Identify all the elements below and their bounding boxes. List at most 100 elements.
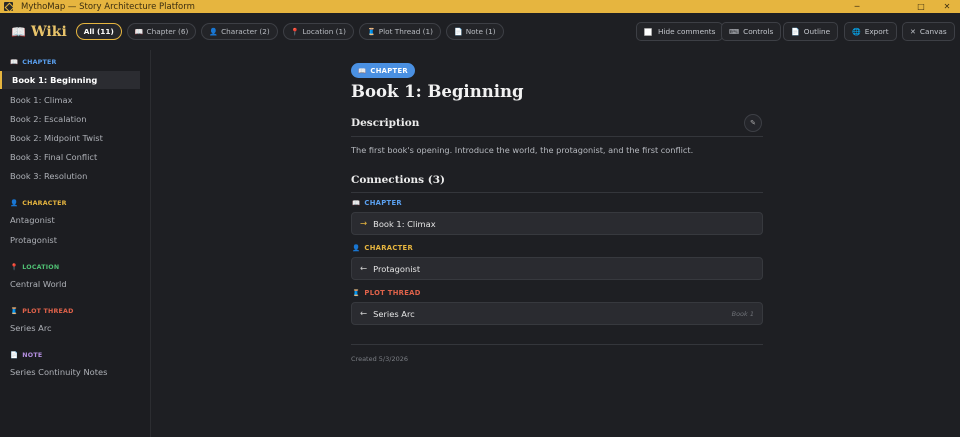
section-label: CHAPTER (22, 58, 57, 66)
filter-all-label: All (11) (83, 27, 114, 36)
hide-comments-checkbox[interactable] (644, 27, 652, 36)
outline-button[interactable]: 📄 Outline (783, 22, 839, 41)
page-title: Book 1: Beginning (351, 82, 524, 101)
minimize-button[interactable]: ─ (842, 0, 872, 13)
sidebar-item-book-1-climax[interactable]: Book 1: Climax (0, 91, 140, 109)
connection-target: Protagonist (373, 263, 421, 274)
connection-type-plot-thread: 🧵 PLOT THREAD (352, 289, 421, 297)
type-badge: 📖 CHAPTER (351, 63, 415, 78)
connection-target: Series Arc (373, 308, 415, 319)
person-icon: 👤 (10, 199, 19, 207)
toolbar: 📖 Wiki All (11) 📖 Chapter (6) 👤 Characte… (0, 13, 960, 50)
main-panel: 📖 CHAPTER Book 1: Beginning Description … (151, 50, 960, 437)
window-titlebar: MythoMap — Story Architecture Platform (0, 0, 960, 13)
canvas-button[interactable]: ✕ Canvas (902, 22, 955, 41)
sidebar-item-series-continuity-notes[interactable]: Series Continuity Notes (0, 363, 140, 381)
note-icon: 📄 (10, 351, 19, 359)
close-window-button[interactable]: ✕ (932, 0, 960, 13)
filter-character[interactable]: 👤 Character (2) (201, 23, 278, 40)
outline-label: Outline (803, 27, 831, 36)
sidebar-section-note: 📄 NOTE (10, 351, 42, 359)
app-icon (4, 2, 13, 11)
export-label: Export (864, 27, 889, 36)
connection-type-label: PLOT THREAD (364, 289, 421, 297)
document-icon: 📄 (791, 27, 800, 36)
sidebar-section-character: 👤 CHARACTER (10, 199, 67, 207)
wiki-title: 📖 Wiki (11, 24, 67, 40)
pin-icon: 📍 (10, 263, 19, 271)
connections-heading: Connections (3) (351, 174, 445, 186)
filter-character-label: Character (2) (221, 27, 270, 36)
sidebar-item-book-2-escalation[interactable]: Book 2: Escalation (0, 110, 140, 128)
filter-location-label: Location (1) (302, 27, 347, 36)
pin-icon: 📍 (290, 27, 300, 36)
sidebar-item-central-world[interactable]: Central World (0, 275, 140, 293)
connection-item[interactable]: ← Protagonist (351, 257, 763, 280)
filter-plot-thread[interactable]: 🧵 Plot Thread (1) (359, 23, 441, 40)
divider (351, 344, 763, 345)
created-date: Created 5/3/2026 (351, 355, 408, 363)
type-badge-label: CHAPTER (370, 66, 408, 75)
section-label: NOTE (22, 351, 43, 359)
connection-type-label: CHAPTER (364, 199, 402, 207)
thread-icon: 🧵 (10, 307, 19, 315)
filter-location[interactable]: 📍 Location (1) (282, 23, 355, 40)
connection-type-character: 👤 CHARACTER (352, 244, 413, 252)
canvas-label: Canvas (919, 27, 947, 36)
sidebar-section-plot-thread: 🧵 PLOT THREAD (10, 307, 74, 315)
description-text: The first book's opening. Introduce the … (351, 145, 694, 155)
book-icon: 📖 (358, 66, 367, 75)
section-label: LOCATION (22, 263, 60, 271)
connection-target: Book 1: Climax (373, 218, 436, 229)
sidebar-item-book-3-final-conflict[interactable]: Book 3: Final Conflict (0, 148, 140, 166)
description-heading: Description (351, 117, 420, 129)
connection-type-chapter: 📖 CHAPTER (352, 199, 402, 207)
book-icon: 📖 (352, 199, 361, 207)
hide-comments-toggle[interactable]: Hide comments (636, 22, 724, 41)
filter-all[interactable]: All (11) (75, 23, 122, 40)
arrow-left-icon: ← (360, 263, 368, 274)
connection-meta: Book 1 (731, 309, 754, 318)
controls-label: Controls (743, 27, 774, 36)
sidebar: 📖 CHAPTER Book 1: Beginning Book 1: Clim… (0, 50, 151, 437)
filter-note[interactable]: 📄 Note (1) (445, 23, 504, 40)
filter-chapter[interactable]: 📖 Chapter (6) (126, 23, 197, 40)
sidebar-item-antagonist[interactable]: Antagonist (0, 211, 140, 229)
export-button[interactable]: 🌐 Export (844, 22, 897, 41)
connection-item[interactable]: → Book 1: Climax (351, 212, 763, 235)
person-icon: 👤 (352, 244, 361, 252)
sidebar-section-location: 📍 LOCATION (10, 263, 59, 271)
hide-comments-label: Hide comments (658, 27, 716, 36)
thread-icon: 🧵 (367, 27, 376, 36)
sidebar-item-series-arc[interactable]: Series Arc (0, 319, 140, 337)
thread-icon: 🧵 (352, 289, 361, 297)
window-title: MythoMap — Story Architecture Platform (21, 1, 195, 12)
controls-button[interactable]: ⌨ Controls (721, 22, 782, 41)
book-icon: 📖 (10, 58, 19, 66)
person-icon: 👤 (209, 27, 219, 36)
note-icon: 📄 (453, 27, 463, 36)
section-label: CHARACTER (22, 199, 67, 207)
divider (351, 136, 763, 137)
connection-item[interactable]: ← Series Arc Book 1 (351, 302, 763, 325)
filter-chapter-label: Chapter (6) (146, 27, 189, 36)
close-icon: ✕ (910, 27, 916, 36)
divider (351, 192, 763, 193)
edit-pencil-icon[interactable]: ✎ (744, 114, 762, 132)
sidebar-item-book-3-resolution[interactable]: Book 3: Resolution (0, 167, 140, 185)
book-icon: 📖 (134, 27, 144, 36)
section-label: PLOT THREAD (22, 307, 74, 315)
filter-plot-thread-label: Plot Thread (1) (378, 27, 433, 36)
wiki-title-text: Wiki (30, 23, 67, 40)
sidebar-item-protagonist[interactable]: Protagonist (0, 231, 140, 249)
arrow-left-icon: ← (360, 308, 368, 319)
sidebar-item-book-1-beginning[interactable]: Book 1: Beginning (0, 71, 140, 89)
filter-note-label: Note (1) (465, 27, 496, 36)
sidebar-section-chapter: 📖 CHAPTER (10, 58, 57, 66)
book-icon: 📖 (11, 24, 26, 39)
keyboard-icon: ⌨ (729, 27, 740, 36)
arrow-right-icon: → (360, 218, 368, 229)
sidebar-item-book-2-midpoint-twist[interactable]: Book 2: Midpoint Twist (0, 129, 140, 147)
globe-icon: 🌐 (852, 27, 861, 36)
connection-type-label: CHARACTER (364, 244, 414, 252)
